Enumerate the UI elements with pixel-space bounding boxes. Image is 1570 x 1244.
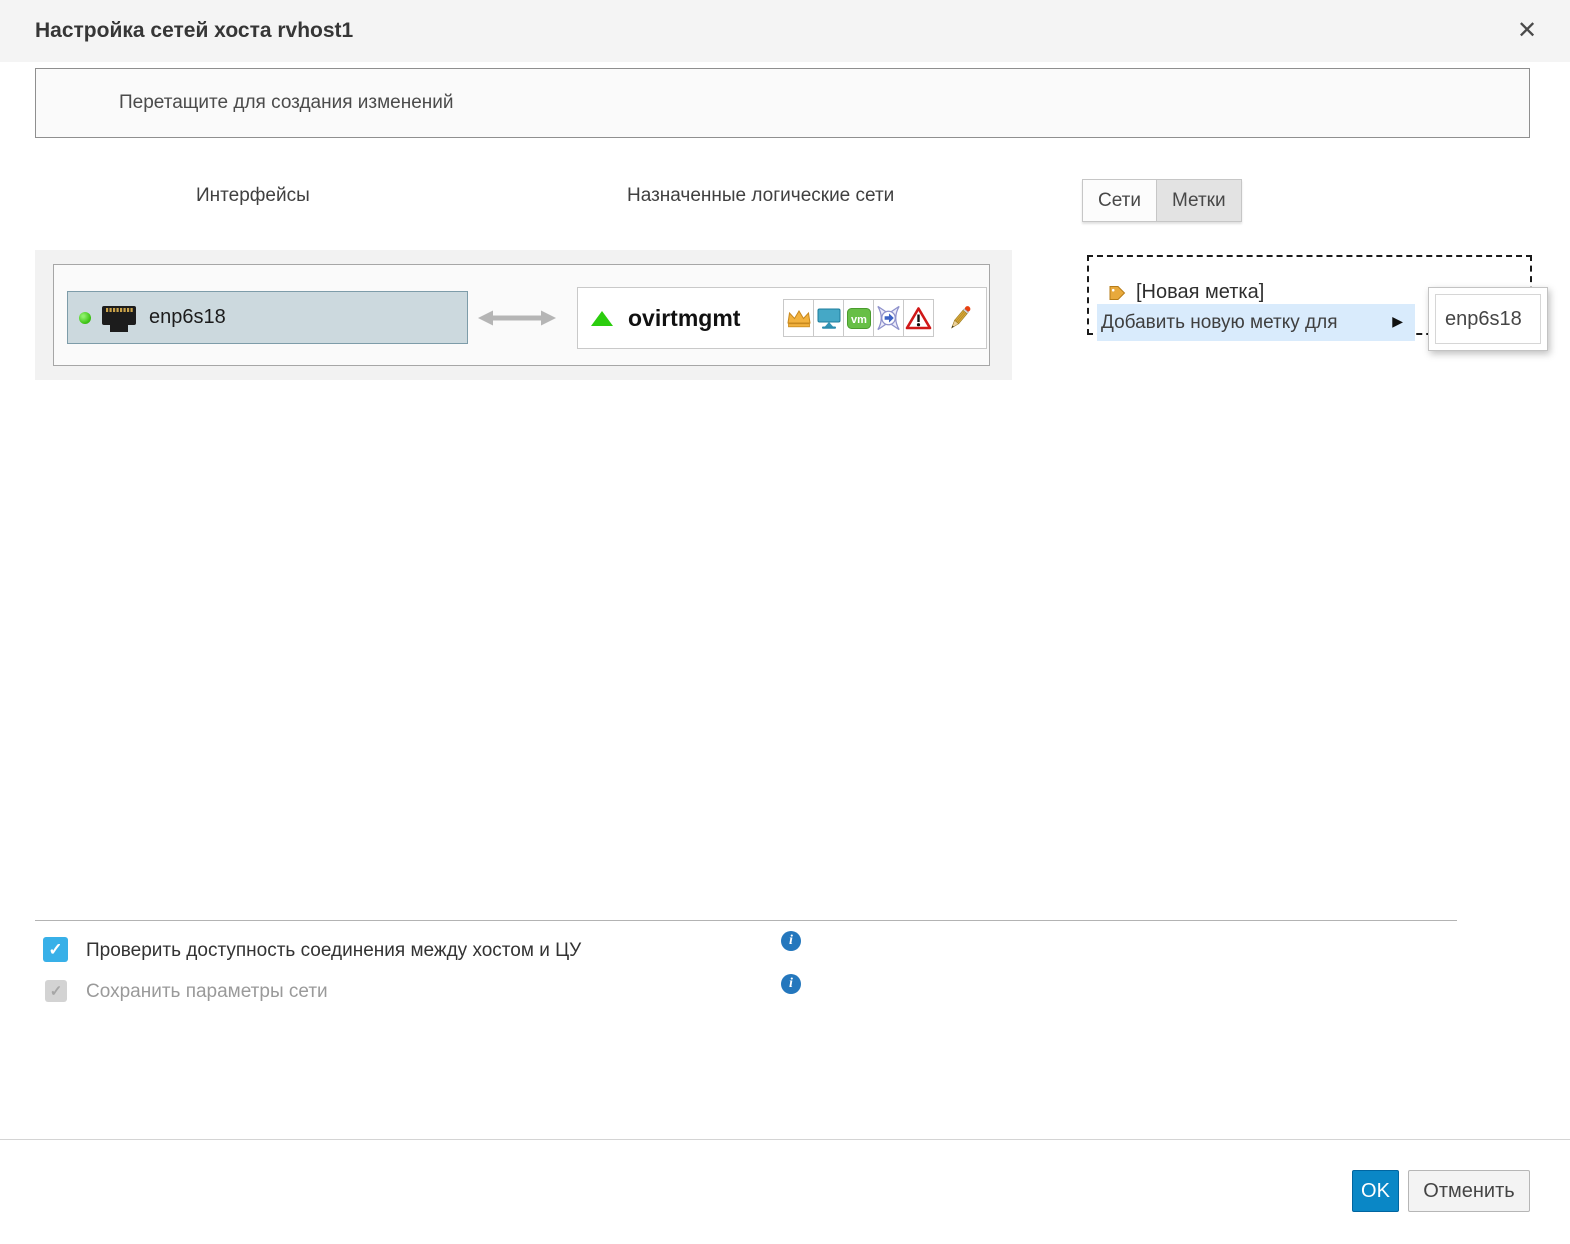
checkmark-icon: ✓	[48, 940, 62, 960]
new-label-popup	[1428, 287, 1548, 351]
footer-divider	[0, 1139, 1570, 1140]
add-label-menu-item[interactable]: Добавить новую метку для ▶	[1097, 304, 1415, 341]
attachment-arrow-icon	[476, 307, 558, 329]
save-network-config-checkbox: ✓	[45, 980, 67, 1002]
tab-networks[interactable]: Сети	[1082, 179, 1157, 222]
label-tag-icon	[1107, 283, 1127, 303]
save-network-config-label: Сохранить параметры сети	[86, 981, 328, 1003]
network-name: ovirtmgmt	[628, 305, 740, 332]
verify-connectivity-label: Проверить доступность соединения между х…	[86, 938, 581, 963]
add-label-menu-text: Добавить новую метку для	[1101, 304, 1337, 341]
vm-network-icon: vm	[843, 299, 874, 337]
network-up-icon	[591, 311, 613, 326]
setup-host-networks-dialog: Настройка сетей хоста rvhost1 ✕ Перетащи…	[0, 0, 1570, 1244]
drag-drop-hint: Перетащите для создания изменений	[36, 69, 1529, 137]
nic-status-up-icon	[79, 312, 91, 324]
close-icon[interactable]: ✕	[1510, 13, 1544, 47]
new-label-item[interactable]: [Новая метка]	[1107, 281, 1264, 304]
dialog-title: Настройка сетей хоста rvhost1	[35, 0, 353, 62]
display-network-icon	[813, 299, 844, 337]
network-item-ovirtmgmt[interactable]: ovirtmgmt	[577, 287, 987, 349]
nic-name: enp6s18	[149, 306, 226, 329]
tab-labels[interactable]: Метки	[1157, 179, 1242, 222]
migration-network-icon	[873, 299, 904, 337]
svg-text:vm: vm	[851, 314, 867, 326]
drag-drop-zone[interactable]: Перетащите для создания изменений	[35, 68, 1530, 138]
nic-icon	[100, 302, 138, 334]
networks-column-header: Назначенные логические сети	[627, 185, 894, 207]
ok-button[interactable]: OK	[1352, 1170, 1399, 1212]
right-panel-tabs: Сети Метки	[1082, 179, 1242, 222]
info-icon[interactable]: i	[781, 974, 801, 994]
new-label-text: [Новая метка]	[1136, 281, 1264, 304]
network-role-badges: vm	[783, 299, 934, 337]
info-icon[interactable]: i	[781, 931, 801, 951]
options-divider	[35, 920, 1457, 921]
checkmark-icon: ✓	[50, 982, 63, 1000]
interfaces-column-header: Интерфейсы	[196, 185, 310, 207]
dialog-header: Настройка сетей хоста rvhost1 ✕	[0, 0, 1570, 62]
submenu-arrow-icon: ▶	[1392, 304, 1403, 341]
cancel-button[interactable]: Отменить	[1408, 1170, 1530, 1212]
required-network-icon	[903, 299, 934, 337]
interfaces-panel: enp6s18 ovirtmgmt	[35, 250, 1012, 380]
verify-connectivity-checkbox[interactable]: ✓	[43, 937, 68, 962]
interface-row: enp6s18 ovirtmgmt	[53, 264, 990, 366]
management-network-icon	[783, 299, 814, 337]
interface-item-enp6s18[interactable]: enp6s18	[67, 291, 468, 344]
new-label-input[interactable]	[1435, 294, 1541, 344]
edit-network-icon[interactable]	[947, 303, 973, 334]
